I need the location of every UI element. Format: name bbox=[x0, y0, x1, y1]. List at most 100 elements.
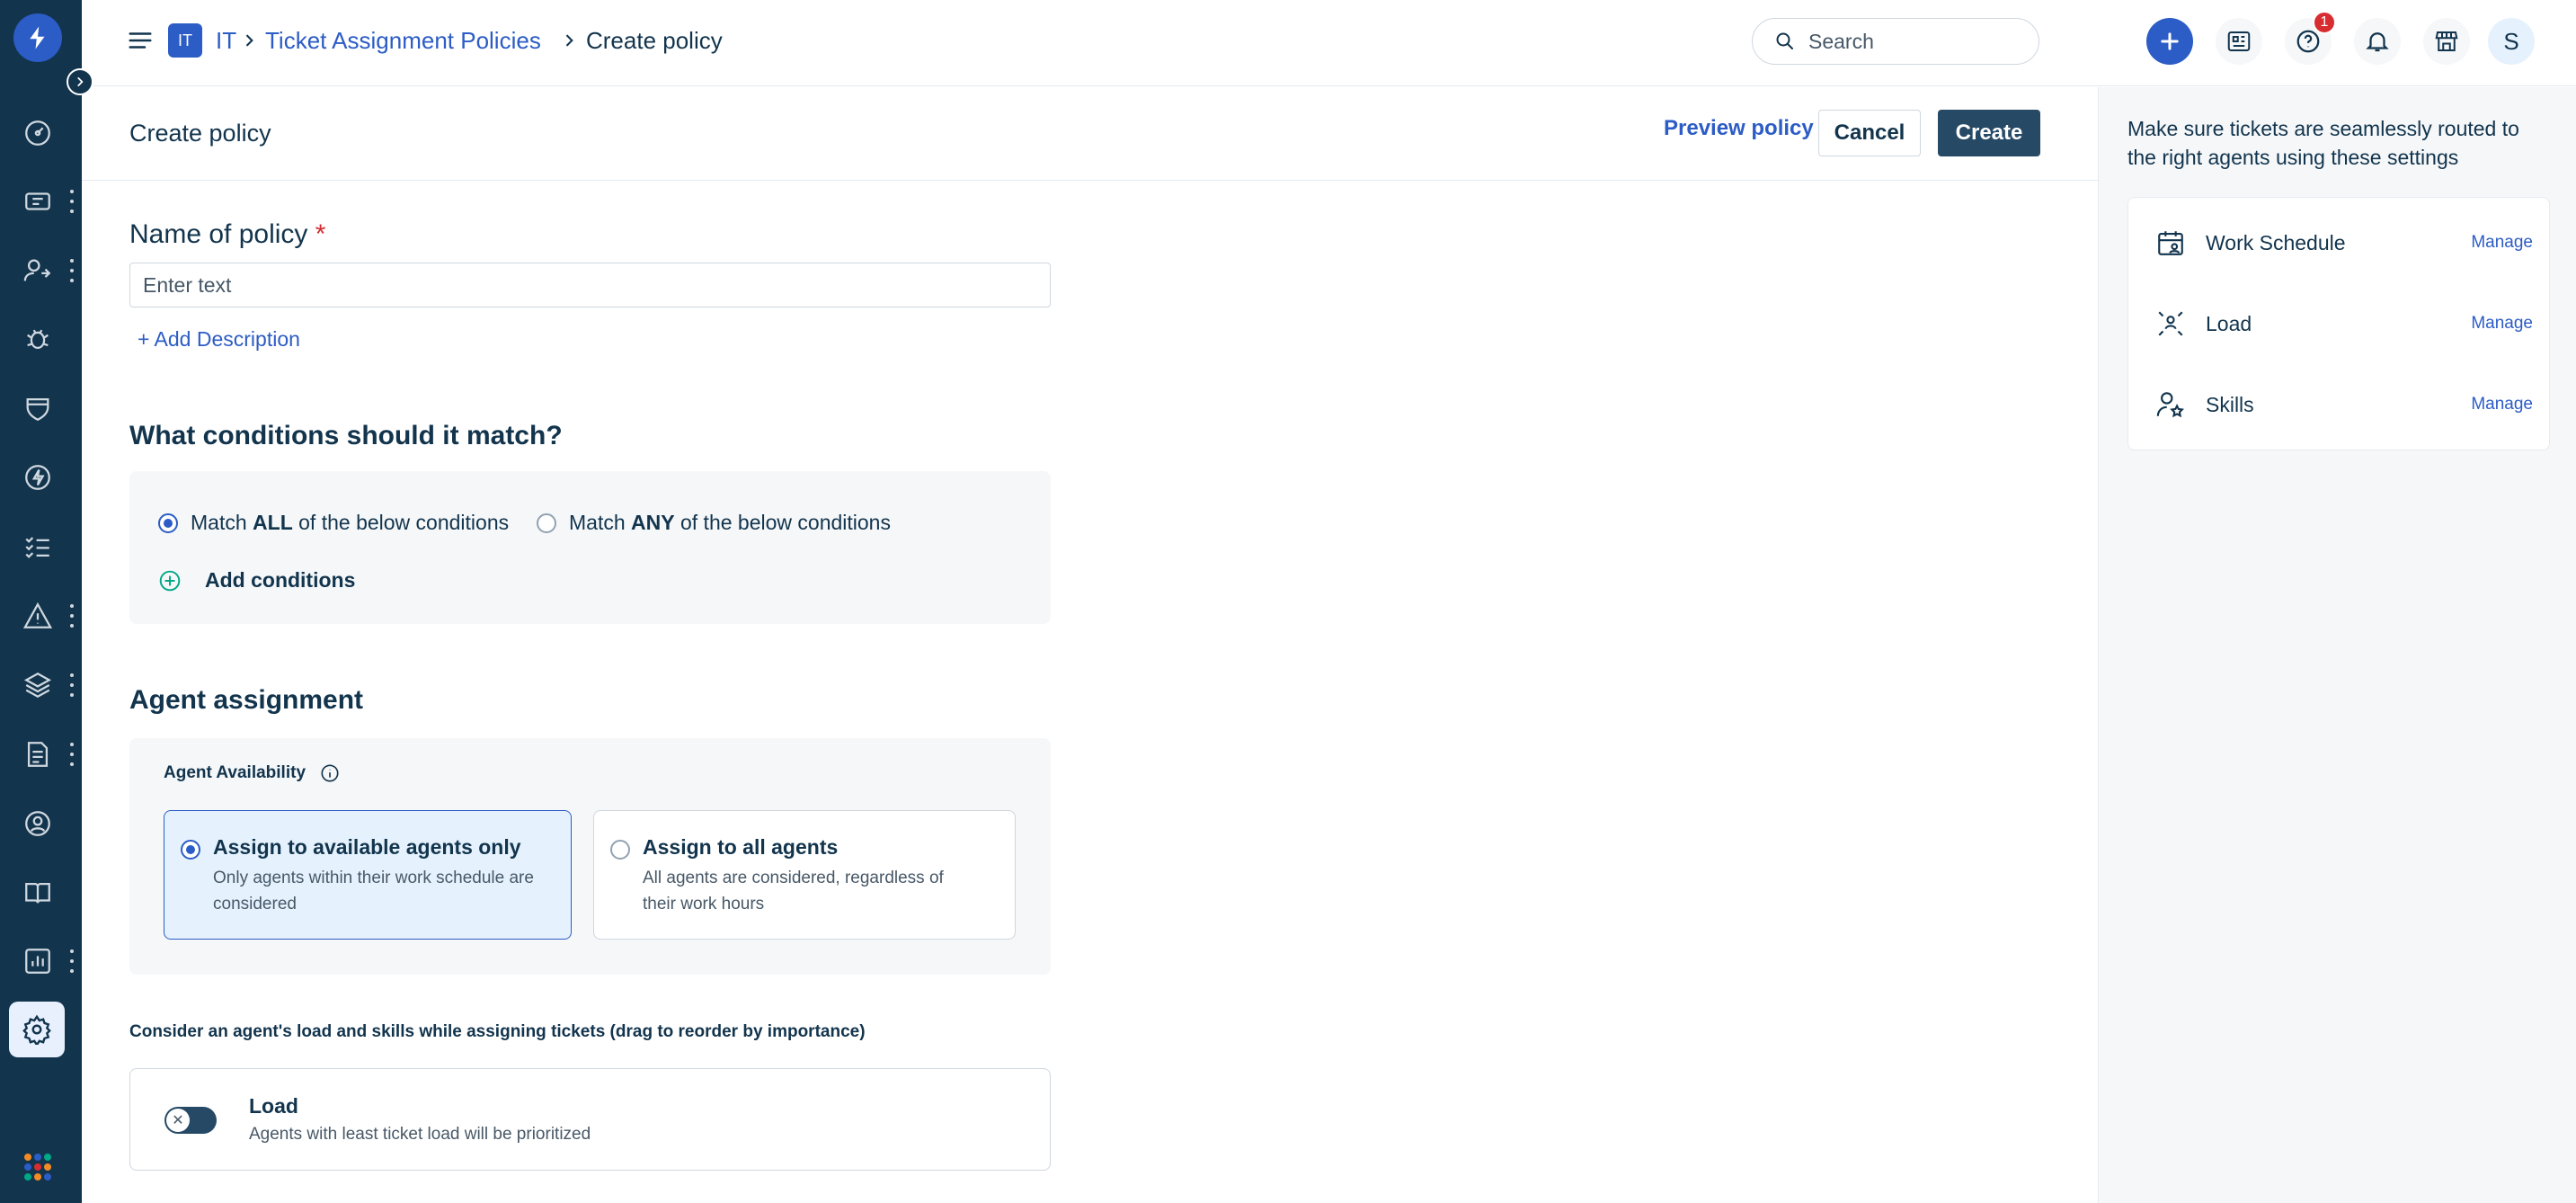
match-any-bold: ANY bbox=[631, 511, 675, 534]
nav-alerts[interactable] bbox=[16, 594, 59, 637]
agent-availability-text: Agent Availability bbox=[164, 763, 306, 782]
top-header: IT IT Ticket Assignment Policies Create … bbox=[82, 0, 2576, 86]
app-switcher-icon[interactable] bbox=[24, 1154, 51, 1181]
layers-icon bbox=[23, 672, 52, 699]
assign-all-agents-option[interactable]: Assign to all agents All agents are cons… bbox=[593, 810, 1016, 940]
routing-settings-intro: Make sure tickets are seamlessly routed … bbox=[2127, 117, 2519, 169]
policy-form: Name of policy * + Add Description What … bbox=[82, 182, 2098, 1203]
nav-contracts-more[interactable] bbox=[68, 743, 76, 766]
book-icon bbox=[25, 882, 50, 904]
nav-tasks[interactable] bbox=[16, 525, 59, 568]
manage-skills-link[interactable]: Manage bbox=[2471, 395, 2533, 414]
workspace-badge: IT bbox=[168, 23, 202, 58]
load-criteria-title: Load bbox=[249, 1094, 298, 1118]
new-item-button[interactable] bbox=[2146, 18, 2193, 65]
nav-contracts[interactable] bbox=[16, 733, 59, 776]
agent-assignment-panel: Agent Availability Assign to available a… bbox=[129, 738, 1051, 975]
cancel-button[interactable]: Cancel bbox=[1818, 110, 1921, 156]
agent-availability-label: Agent Availability bbox=[164, 763, 340, 783]
match-all-pre: Match bbox=[191, 511, 253, 534]
nav-reports[interactable] bbox=[16, 940, 59, 983]
policy-name-label-text: Name of policy bbox=[129, 219, 308, 249]
routing-settings-panel: Make sure tickets are seamlessly routed … bbox=[2098, 87, 2576, 1203]
nav-assets-more[interactable] bbox=[68, 673, 76, 697]
match-all-post: of the below conditions bbox=[292, 511, 510, 534]
nav-agents-more[interactable] bbox=[68, 259, 76, 282]
dashboard-icon bbox=[25, 120, 50, 146]
manage-load-link[interactable]: Manage bbox=[2471, 314, 2533, 334]
add-conditions-label: Add conditions bbox=[205, 568, 356, 592]
marketplace-button[interactable] bbox=[2423, 18, 2470, 65]
info-icon[interactable] bbox=[320, 763, 340, 783]
announcements-button[interactable] bbox=[2216, 18, 2262, 65]
notification-count-badge: 1 bbox=[2313, 11, 2336, 34]
assign-available-radio[interactable] bbox=[181, 840, 200, 860]
reports-icon bbox=[25, 949, 50, 974]
load-toggle[interactable]: ✕ bbox=[164, 1107, 217, 1134]
app-logo[interactable] bbox=[13, 13, 62, 62]
assign-available-agents-option[interactable]: Assign to available agents only Only age… bbox=[164, 810, 572, 940]
add-conditions-button[interactable]: Add conditions bbox=[158, 568, 355, 593]
work-schedule-row: Work Schedule Manage bbox=[2155, 223, 2533, 263]
policy-name-label: Name of policy * bbox=[129, 219, 325, 250]
preview-policy-link[interactable]: Preview policy bbox=[1664, 116, 1814, 141]
agents-icon bbox=[23, 259, 51, 281]
load-criteria-card[interactable]: ✕ Load Agents with least ticket load wil… bbox=[129, 1068, 1051, 1171]
load-skills-instructions: Consider an agent's load and skills whil… bbox=[129, 1022, 866, 1041]
policy-name-input[interactable] bbox=[129, 263, 1051, 307]
match-all-bold: ALL bbox=[253, 511, 293, 534]
page-title: Create policy bbox=[129, 120, 271, 147]
search-icon bbox=[1776, 32, 1793, 49]
assign-available-desc: Only agents within their work schedule a… bbox=[213, 869, 534, 913]
add-description-link[interactable]: + Add Description bbox=[138, 327, 300, 352]
match-all-radio[interactable] bbox=[158, 512, 178, 533]
skills-label: Skills bbox=[2206, 392, 2254, 416]
nav-support[interactable] bbox=[16, 802, 59, 845]
nav-solutions[interactable] bbox=[16, 871, 59, 914]
breadcrumb-policies[interactable]: Ticket Assignment Policies bbox=[265, 25, 541, 56]
tickets-icon bbox=[25, 192, 50, 210]
conditions-panel: Match ALL of the below conditions Match … bbox=[129, 471, 1051, 624]
search-box[interactable] bbox=[1752, 18, 2039, 65]
nav-dashboard[interactable] bbox=[16, 111, 59, 155]
nav-admin-settings[interactable] bbox=[9, 1002, 65, 1057]
load-label: Load bbox=[2206, 311, 2252, 335]
assign-available-title: Assign to available agents only bbox=[213, 835, 521, 859]
nav-problems[interactable] bbox=[16, 317, 59, 361]
create-button[interactable]: Create bbox=[1938, 110, 2040, 156]
nav-assets[interactable] bbox=[16, 664, 59, 707]
nav-releases[interactable] bbox=[16, 456, 59, 499]
manage-work-schedule-link[interactable]: Manage bbox=[2471, 233, 2533, 253]
load-criteria-desc: Agents with least ticket load will be pr… bbox=[249, 1125, 591, 1144]
plus-icon bbox=[2161, 32, 2179, 50]
match-any-pre: Match bbox=[569, 511, 632, 534]
nav-tickets[interactable] bbox=[16, 180, 59, 223]
user-avatar[interactable]: S bbox=[2488, 18, 2535, 65]
match-all-option[interactable]: Match ALL of the below conditions bbox=[158, 511, 509, 535]
nav-agents[interactable] bbox=[16, 249, 59, 292]
conditions-title: What conditions should it match? bbox=[129, 421, 563, 450]
nav-tickets-more[interactable] bbox=[68, 190, 76, 213]
breadcrumb-chevron-icon bbox=[245, 34, 253, 47]
load-icon bbox=[2158, 311, 2183, 336]
news-icon bbox=[2227, 31, 2251, 51]
breadcrumb-current: Create policy bbox=[586, 27, 723, 54]
required-asterisk: * bbox=[315, 219, 326, 249]
nav-changes[interactable] bbox=[16, 387, 59, 430]
search-input[interactable] bbox=[1808, 29, 2024, 54]
match-any-radio[interactable] bbox=[537, 512, 556, 533]
notifications-button[interactable] bbox=[2354, 18, 2401, 65]
breadcrumb-workspace[interactable]: IT bbox=[216, 25, 236, 56]
match-any-option[interactable]: Match ANY of the below conditions bbox=[537, 511, 891, 535]
nav-reports-more[interactable] bbox=[68, 949, 76, 973]
breadcrumb-chevron-icon bbox=[565, 34, 573, 47]
routing-settings-card: Work Schedule Manage Load Manage Skills … bbox=[2127, 197, 2550, 450]
match-any-label: Match ANY of the below conditions bbox=[569, 511, 891, 535]
expand-nav-button[interactable] bbox=[67, 68, 93, 95]
skills-row: Skills Manage bbox=[2155, 385, 2533, 424]
support-icon bbox=[25, 811, 50, 836]
assign-all-radio[interactable] bbox=[610, 840, 630, 860]
menu-toggle-button[interactable] bbox=[127, 27, 154, 54]
shield-icon bbox=[26, 397, 49, 422]
nav-alerts-more[interactable] bbox=[68, 604, 76, 628]
